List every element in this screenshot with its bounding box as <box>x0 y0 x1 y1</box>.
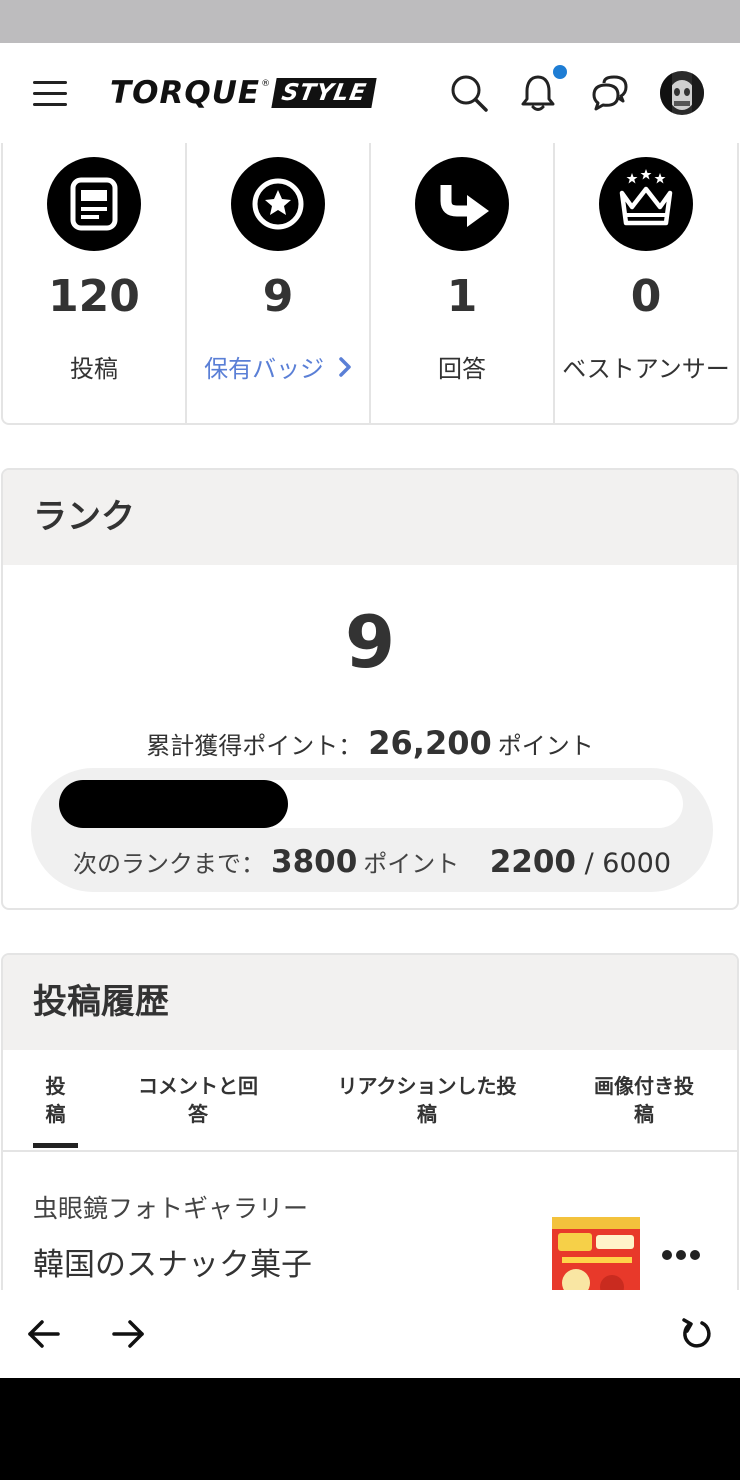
tab-comments-label-2: 答 <box>188 1102 208 1126</box>
tab-image-posts[interactable]: 画像付き投 稿 <box>573 1072 715 1128</box>
stat-posts-value: 120 <box>48 271 140 322</box>
search-icon[interactable] <box>449 73 489 113</box>
badges-link-label: 保有バッジ <box>204 355 325 383</box>
reply-arrow-icon <box>415 157 509 251</box>
tab-reacted-label-2: 稿 <box>417 1102 437 1126</box>
total-points: 累計獲得ポイント： 26,200 ポイント <box>3 724 737 762</box>
stat-posts-label: 投稿 <box>70 355 118 383</box>
tab-reacted-label-1: リアクションした投 <box>337 1074 517 1098</box>
rank-progress-fill <box>59 780 288 828</box>
progress-target: 6000 <box>602 848 671 879</box>
rank-progress-box: 次のランクまで： 3800 ポイント 2200 / 6000 <box>31 768 713 892</box>
system-navigation-area <box>0 1378 740 1480</box>
total-points-unit: ポイント <box>497 732 594 760</box>
stat-badges-value: 9 <box>262 271 294 322</box>
post-history-heading: 投稿履歴 <box>3 955 737 1050</box>
logo-registered-mark: ® <box>261 79 271 89</box>
tab-image-label-2: 稿 <box>634 1102 654 1126</box>
notification-dot <box>553 65 567 79</box>
stat-answers-value: 1 <box>446 271 478 322</box>
next-rank-label: 次のランクまで： <box>73 850 265 878</box>
chevron-right-icon <box>338 356 352 384</box>
site-logo[interactable]: TORQUE ® STYLE <box>110 73 378 113</box>
article-icon <box>47 157 141 251</box>
stat-posts[interactable]: 120 投稿 <box>3 143 187 423</box>
list-item[interactable]: 虫眼鏡フォトギャラリー 韓国のスナック菓子 <box>3 1153 737 1313</box>
post-category[interactable]: 虫眼鏡フォトギャラリー <box>33 1189 308 1225</box>
tab-comments-label-1: コメントと回 <box>138 1074 258 1098</box>
reload-icon[interactable] <box>676 1314 716 1354</box>
avatar[interactable] <box>660 71 704 115</box>
rank-progress-bar <box>59 780 683 828</box>
stat-best-answers-label: ベストアンサー <box>562 355 730 383</box>
total-points-value: 26,200 <box>368 724 492 762</box>
chat-icon[interactable] <box>590 73 630 113</box>
post-history-tabs: 投 稿 コメントと回 答 リアクションした投 稿 画像付き投 稿 <box>3 1050 737 1152</box>
progress-separator: / <box>584 848 594 879</box>
forward-arrow-icon[interactable] <box>108 1314 148 1354</box>
crown-icon <box>599 157 693 251</box>
tab-comments-answers[interactable]: コメントと回 答 <box>113 1072 283 1128</box>
bell-icon[interactable] <box>518 73 558 113</box>
rank-card: ランク 9 累計獲得ポイント： 26,200 ポイント 次のランクまで： 3800 ポイ… <box>1 468 739 910</box>
logo-torque-text: TORQUE <box>110 75 261 111</box>
stat-best-answers[interactable]: 0 ベストアンサー <box>555 143 737 423</box>
active-tab-indicator <box>33 1143 78 1148</box>
progress-current: 2200 <box>489 844 576 880</box>
more-options-icon[interactable] <box>661 1245 701 1265</box>
rank-heading: ランク <box>3 470 737 565</box>
total-points-label: 累計獲得ポイント： <box>146 732 363 760</box>
status-bar <box>0 0 740 43</box>
browser-toolbar <box>0 1290 740 1378</box>
stat-answers-label: 回答 <box>438 355 486 383</box>
app-header: TORQUE ® STYLE <box>0 43 740 143</box>
tab-posts-label-1: 投 <box>45 1074 66 1098</box>
stat-answers[interactable]: 1 回答 <box>371 143 555 423</box>
menu-icon[interactable] <box>33 81 67 107</box>
rank-progress-fraction: 2200 / 6000 <box>490 844 671 880</box>
profile-stats: 120 投稿 9 保有バッジ 1 回答 0 ベストアンサー <box>1 143 739 425</box>
tab-posts-label-2: 稿 <box>45 1102 66 1126</box>
star-badge-icon <box>231 157 325 251</box>
rank-level: 9 <box>344 600 396 684</box>
next-rank-unit: ポイント <box>363 850 460 878</box>
next-rank-points: 次のランクまで： 3800 ポイント <box>73 844 459 880</box>
back-arrow-icon[interactable] <box>24 1314 64 1354</box>
next-rank-value: 3800 <box>271 844 358 880</box>
badges-link[interactable]: 保有バッジ <box>187 349 369 384</box>
tab-posts[interactable]: 投 稿 <box>33 1072 78 1128</box>
tab-reacted-posts[interactable]: リアクションした投 稿 <box>313 1072 541 1128</box>
stat-best-answers-value: 0 <box>630 271 662 322</box>
stat-badges[interactable]: 9 保有バッジ <box>187 143 371 423</box>
post-title[interactable]: 韓国のスナック菓子 <box>33 1239 312 1284</box>
logo-style-text: STYLE <box>271 78 378 108</box>
tab-image-label-1: 画像付き投 <box>594 1074 694 1098</box>
